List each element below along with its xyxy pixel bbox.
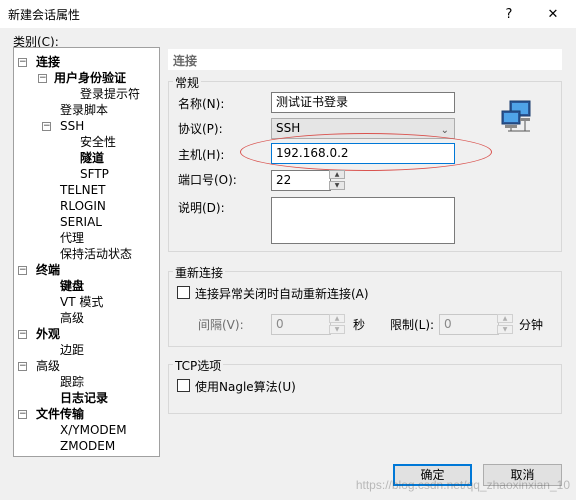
tree-item-file-transfer[interactable]: 文件传输 [36, 406, 84, 422]
tree-expander-icon[interactable]: − [18, 330, 27, 339]
tree-item-telnet[interactable]: TELNET [60, 182, 106, 198]
port-label: 端口号(O): [178, 173, 237, 187]
name-input[interactable]: 测试证书登录 [271, 92, 455, 113]
host-label: 主机(H): [178, 148, 225, 162]
tree-item-security[interactable]: 安全性 [80, 134, 116, 150]
interval-unit: 秒 [353, 318, 366, 332]
tree-item-logging[interactable]: 日志记录 [60, 390, 108, 406]
limit-label: 限制(L): [390, 318, 435, 332]
tree-item-margin[interactable]: 边距 [60, 342, 84, 358]
description-textarea[interactable] [271, 197, 455, 244]
tree-item-advanced[interactable]: 高级 [36, 358, 60, 374]
tcp-group-label: TCP选项 [173, 357, 224, 374]
interval-spinner[interactable]: ▲ ▼ [329, 314, 345, 335]
category-tree[interactable]: 连接 − 用户身份验证 − 登录提示符 登录脚本 SSH − 安全性 隧道 SFTP TELNET RL… [13, 47, 160, 457]
protocol-select-value: SSH [276, 121, 301, 135]
interval-input[interactable]: 0 [271, 314, 331, 335]
limit-unit: 分钟 [519, 318, 544, 332]
description-label: 说明(D): [178, 201, 225, 215]
tree-item-login-prompts[interactable]: 登录提示符 [80, 86, 140, 102]
tree-expander-icon[interactable]: − [38, 74, 47, 83]
tree-item-proxy[interactable]: 代理 [60, 230, 84, 246]
spin-down-icon[interactable]: ▼ [329, 181, 345, 190]
help-button[interactable]: ? [489, 0, 529, 28]
tree-item-xymodem[interactable]: X/YMODEM [60, 422, 127, 438]
watermark: https://blog.csdn.net/qq_zhaoxinxian_10 [355, 478, 570, 492]
auto-reconnect-label: 连接异常关闭时自动重新连接(A) [195, 287, 369, 301]
highlight-oval [240, 133, 492, 171]
spin-down-icon[interactable]: ▼ [329, 325, 345, 334]
close-icon: ✕ [547, 6, 559, 22]
nagle-checkbox[interactable] [177, 379, 190, 392]
interval-label: 间隔(V): [198, 318, 244, 332]
spin-up-icon[interactable]: ▲ [329, 170, 345, 179]
port-spinner[interactable]: ▲ ▼ [329, 170, 345, 191]
protocol-label: 协议(P): [178, 122, 223, 136]
tree-item-zmodem[interactable]: ZMODEM [60, 438, 115, 454]
reconnect-group-label: 重新连接 [173, 264, 226, 281]
reconnect-group [168, 271, 562, 347]
window-title: 新建会话属性 [8, 8, 81, 22]
panel-header: 连接 [168, 49, 562, 70]
tree-expander-icon[interactable]: − [18, 266, 27, 275]
auto-reconnect-checkbox[interactable] [177, 286, 190, 299]
tree-item-login-script[interactable]: 登录脚本 [60, 102, 108, 118]
help-icon: ? [505, 6, 513, 22]
tree-expander-icon[interactable]: − [18, 58, 27, 67]
tree-item-connection[interactable]: 连接 [36, 54, 60, 70]
port-input[interactable]: 22 [271, 170, 331, 191]
tree-item-trace[interactable]: 跟踪 [60, 374, 84, 390]
tree-item-serial[interactable]: SERIAL [60, 214, 102, 230]
limit-spinner[interactable]: ▲ ▼ [497, 314, 513, 335]
tree-item-terminal-advanced[interactable]: 高级 [60, 310, 84, 326]
tree-item-vt-mode[interactable]: VT 模式 [60, 294, 103, 310]
name-label: 名称(N): [178, 97, 225, 111]
tree-expander-icon[interactable]: − [42, 122, 51, 131]
tree-item-rlogin[interactable]: RLOGIN [60, 198, 106, 214]
spin-down-icon[interactable]: ▼ [497, 325, 513, 334]
general-group-label: 常规 [173, 74, 202, 91]
spin-up-icon[interactable]: ▲ [497, 314, 513, 323]
tree-expander-icon[interactable]: − [18, 410, 27, 419]
spin-up-icon[interactable]: ▲ [329, 314, 345, 323]
network-computers-icon [500, 98, 536, 132]
tree-expander-icon[interactable]: − [18, 362, 27, 371]
tree-item-sftp[interactable]: SFTP [80, 166, 109, 182]
tree-item-appearance[interactable]: 外观 [36, 326, 60, 342]
tree-item-keep-alive[interactable]: 保持活动状态 [60, 246, 132, 262]
limit-input[interactable]: 0 [439, 314, 499, 335]
tree-item-keyboard[interactable]: 键盘 [60, 278, 84, 294]
tree-item-user-auth[interactable]: 用户身份验证 [54, 70, 126, 86]
tree-item-ssh[interactable]: SSH [60, 118, 84, 134]
nagle-label: 使用Nagle算法(U) [195, 380, 296, 394]
tree-item-terminal[interactable]: 终端 [36, 262, 60, 278]
tree-item-tunneling[interactable]: 隧道 [80, 150, 104, 166]
panel-header-title: 连接 [173, 54, 198, 68]
close-button[interactable]: ✕ [533, 0, 573, 28]
